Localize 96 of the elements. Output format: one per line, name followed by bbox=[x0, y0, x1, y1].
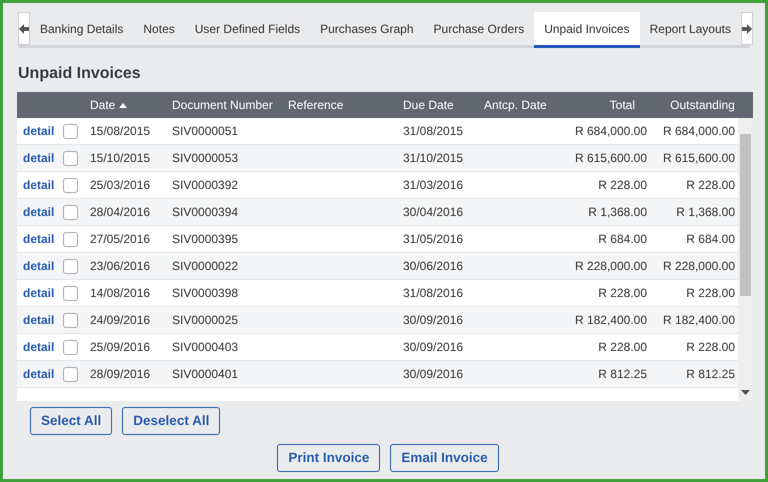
table-cell-text: 30/09/2016 bbox=[403, 366, 464, 383]
checkbox[interactable] bbox=[63, 286, 78, 300]
table-cell-text: R 684.00 bbox=[686, 231, 735, 248]
detail-link[interactable]: detail bbox=[23, 124, 54, 138]
checkbox[interactable] bbox=[63, 178, 78, 192]
tab[interactable]: Purchases Graph bbox=[310, 12, 424, 45]
selection-button[interactable]: Deselect All bbox=[122, 407, 220, 435]
table-cell-text: R 228.00 bbox=[598, 339, 647, 356]
detail-link[interactable]: detail bbox=[23, 367, 54, 381]
tab[interactable]: Purchase Orders bbox=[424, 12, 534, 45]
table-cell-text: 31/03/2016 bbox=[403, 177, 464, 194]
checkbox[interactable] bbox=[63, 258, 78, 274]
table-cell-text: SIV0000395 bbox=[172, 231, 238, 248]
column-header[interactable]: Antcp. Date bbox=[484, 96, 547, 114]
table-cell-text: 30/09/2016 bbox=[403, 312, 464, 329]
table-cell-text: 24/09/2016 bbox=[90, 312, 150, 329]
column-header[interactable]: Date bbox=[90, 96, 116, 114]
checkbox[interactable] bbox=[63, 312, 78, 328]
table-cell-text: R 228.00 bbox=[598, 177, 647, 194]
right-arrow-icon bbox=[742, 24, 752, 34]
column-header[interactable]: Due Date bbox=[403, 96, 454, 114]
section-heading: Unpaid Invoices bbox=[18, 64, 141, 84]
table-cell-text: R 228.00 bbox=[686, 177, 735, 194]
table-cell-text: SIV0000022 bbox=[172, 258, 238, 275]
table-cell-text: 30/09/2016 bbox=[403, 339, 464, 356]
tab[interactable]: Notes bbox=[133, 12, 185, 45]
checkbox[interactable] bbox=[63, 124, 78, 138]
table-cell-text: R 228.00 bbox=[598, 285, 647, 302]
table-cell-text: R 182,400.00 bbox=[574, 312, 647, 329]
table-cell-text: 31/10/2015 bbox=[403, 150, 464, 167]
detail-link[interactable]: detail bbox=[23, 205, 54, 219]
table-cell-text: 25/09/2016 bbox=[90, 339, 150, 356]
table-cell-text: R 615,600.00 bbox=[574, 150, 647, 167]
selection-button[interactable]: Select All bbox=[30, 407, 112, 435]
tab[interactable]: Report Layouts bbox=[640, 12, 741, 45]
table-cell-text: SIV0000401 bbox=[172, 366, 238, 383]
tab[interactable]: Unpaid Invoices bbox=[534, 12, 640, 48]
column-header[interactable]: Document Number bbox=[172, 96, 273, 114]
detail-link[interactable]: detail bbox=[23, 313, 54, 327]
table-cell-text: SIV0000051 bbox=[172, 123, 238, 140]
table-cell-text: R 228.00 bbox=[686, 339, 735, 356]
detail-link[interactable]: detail bbox=[23, 178, 54, 192]
table-cell-text: SIV0000394 bbox=[172, 204, 238, 221]
table-cell-text: SIV0000392 bbox=[172, 177, 238, 194]
table-cell-text: R 684,000.00 bbox=[662, 123, 735, 140]
detail-link[interactable]: detail bbox=[23, 151, 54, 165]
left-arrow-icon bbox=[19, 24, 29, 34]
table-cell-text: R 228,000.00 bbox=[662, 258, 735, 275]
table-cell-text: 23/06/2016 bbox=[90, 258, 150, 275]
table-cell-text: SIV0000403 bbox=[172, 339, 238, 356]
checkbox[interactable] bbox=[63, 366, 78, 382]
detail-link[interactable]: detail bbox=[23, 259, 54, 273]
table-cell-text: SIV0000398 bbox=[172, 285, 238, 302]
table-cell-text: R 812.25 bbox=[598, 366, 647, 383]
table-cell-text: 27/05/2016 bbox=[90, 231, 150, 248]
table-cell-text: 31/08/2016 bbox=[403, 285, 464, 302]
table-cell-text: 30/04/2016 bbox=[403, 204, 464, 221]
checkbox[interactable] bbox=[63, 204, 78, 220]
scroll-right-button[interactable] bbox=[741, 12, 753, 45]
checkbox[interactable] bbox=[63, 340, 78, 354]
table-cell-text: R 228.00 bbox=[686, 285, 735, 302]
table-cell-text: 15/08/2015 bbox=[90, 123, 150, 140]
table-cell-text: R 812.25 bbox=[686, 366, 735, 383]
table-cell-text: 28/09/2016 bbox=[90, 366, 150, 383]
table-cell-text: R 1,368.00 bbox=[676, 204, 735, 221]
table-cell-text: R 228,000.00 bbox=[574, 258, 647, 275]
table-cell-text: R 1,368.00 bbox=[588, 204, 647, 221]
action-button[interactable]: Print Invoice bbox=[277, 444, 380, 472]
scrollbar[interactable] bbox=[738, 118, 753, 401]
checkbox[interactable] bbox=[63, 150, 78, 166]
table-cell-text: 15/10/2015 bbox=[90, 150, 150, 167]
action-button[interactable]: Email Invoice bbox=[390, 444, 499, 472]
tab[interactable]: User Defined Fields bbox=[184, 12, 310, 45]
table-cell-text: SIV0000053 bbox=[172, 150, 238, 167]
detail-link[interactable]: detail bbox=[23, 232, 54, 246]
scrollbar-thumb[interactable] bbox=[740, 134, 751, 296]
column-header[interactable]: Outstanding bbox=[670, 96, 735, 114]
detail-link[interactable]: detail bbox=[23, 340, 54, 354]
table-cell-text: 31/08/2015 bbox=[403, 123, 464, 140]
table-cell-text: R 684,000.00 bbox=[574, 123, 647, 140]
scroll-left-button[interactable] bbox=[18, 12, 30, 45]
table-cell-text: R 182,400.00 bbox=[662, 312, 735, 329]
table-cell-text: 28/04/2016 bbox=[90, 204, 150, 221]
detail-link[interactable]: detail bbox=[23, 286, 54, 300]
column-header[interactable]: Total bbox=[610, 96, 635, 114]
table-cell-text: R 684.00 bbox=[598, 231, 647, 248]
checkbox[interactable] bbox=[63, 232, 78, 246]
tab[interactable]: Banking Details bbox=[30, 12, 134, 45]
table-cell-text: 14/08/2016 bbox=[90, 285, 150, 302]
scroll-down-icon[interactable] bbox=[741, 390, 750, 395]
table-cell-text: R 615,600.00 bbox=[662, 150, 735, 167]
column-header[interactable]: Reference bbox=[288, 96, 344, 114]
table-cell-text: 31/05/2016 bbox=[403, 231, 464, 248]
table-cell-text: 30/06/2016 bbox=[403, 258, 464, 275]
table-cell-text: 25/03/2016 bbox=[90, 177, 150, 194]
table-cell-text: SIV0000025 bbox=[172, 312, 238, 329]
